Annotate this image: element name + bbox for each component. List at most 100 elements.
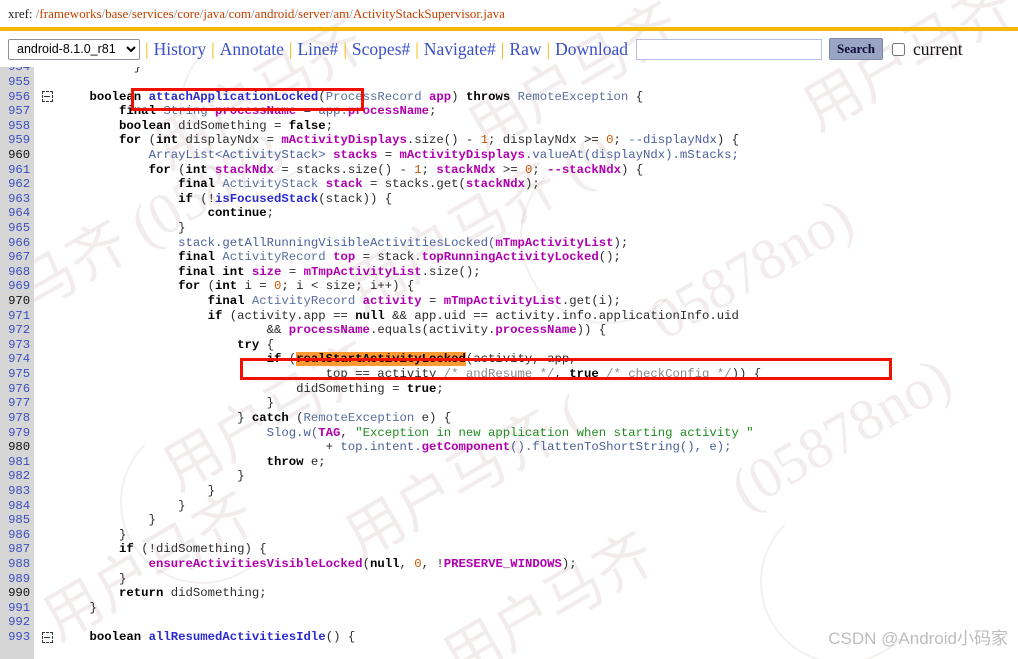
current-checkbox[interactable] [892,42,906,56]
version-select[interactable]: android-8.1.0_r81 [8,38,140,60]
path-segment[interactable]: services [132,6,174,21]
line-number[interactable]: 960 [0,148,34,162]
line-number[interactable]: 964 [0,206,34,220]
search-input[interactable] [635,38,822,60]
code-line: 991 } [0,601,1018,616]
annotate-link[interactable]: Annotate [220,39,284,59]
line-number[interactable]: 980 [0,440,34,454]
path-segment[interactable]: frameworks [39,6,101,21]
line-number[interactable]: 963 [0,192,34,206]
path-segment[interactable]: ActivityStackSupervisor.java [353,6,505,21]
scopes-link[interactable]: Scopes# [352,39,410,59]
code-text: if (realStartActivityLocked(activity, ap… [60,352,1018,367]
path-segment[interactable]: am [333,6,349,21]
line-number[interactable]: 959 [0,133,34,147]
line-number[interactable]: 967 [0,250,34,264]
line-number[interactable]: 956 [0,90,34,104]
line-number[interactable]: 957 [0,104,34,118]
history-link[interactable]: History [154,39,207,59]
line-number[interactable]: 969 [0,279,34,293]
line-number[interactable]: 968 [0,265,34,279]
code-function-name[interactable]: isFocusedStack [215,192,318,206]
line-number[interactable]: 990 [0,586,34,600]
line-number[interactable]: 979 [0,426,34,440]
line-number[interactable]: 982 [0,469,34,483]
code-token: = stack. [355,250,422,265]
line-number-link[interactable]: Line# [297,39,338,59]
code-fold-toggle-icon[interactable] [41,631,53,643]
code-function-name[interactable]: allResumedActivitiesIdle [149,630,326,644]
line-number[interactable]: 976 [0,382,34,396]
search-button[interactable]: Search [828,38,884,60]
highlighted-symbol[interactable]: realStartActivityLocked [296,352,466,367]
code-text: } [60,528,1018,542]
code-text: boolean didSomething = false; [60,119,1018,133]
line-number[interactable]: 992 [0,615,34,629]
fold-cell [34,631,60,643]
line-number[interactable]: 961 [0,163,34,177]
raw-link[interactable]: Raw [509,39,541,59]
line-number[interactable]: 966 [0,236,34,250]
line-number[interactable]: 962 [0,177,34,191]
code-text: if (activity.app == null && app.uid == a… [60,309,1018,323]
code-line: 957 final String processName = app.proce… [0,104,1018,119]
code-text: Slog.w(TAG, "Exception in new applicatio… [60,426,1018,440]
xref-file-path[interactable]: /frameworks/base/services/core/java/com/… [36,6,505,21]
line-number[interactable]: 987 [0,542,34,556]
path-segment[interactable]: java [203,6,225,21]
line-number[interactable]: 977 [0,396,34,410]
download-link[interactable]: Download [555,39,628,59]
line-number[interactable]: 986 [0,528,34,542]
code-token: didSomething = [170,118,289,133]
line-number[interactable]: 973 [0,338,34,352]
code-token: ); [613,235,629,250]
line-number[interactable]: 983 [0,484,34,498]
code-text: stack.getAllRunningVisibleActivitiesLock… [60,236,1018,250]
line-number[interactable]: 984 [0,499,34,513]
code-text: } [60,572,1018,586]
code-token: ; [429,104,437,119]
line-number[interactable]: 981 [0,455,34,469]
code-token: true [569,367,599,382]
line-number[interactable]: 989 [0,572,34,586]
line-number[interactable]: 991 [0,601,34,615]
line-number[interactable]: 958 [0,119,34,133]
line-number[interactable]: 965 [0,221,34,235]
path-segment[interactable]: android [255,6,295,21]
code-line: 955 [0,75,1018,90]
line-number[interactable]: 975 [0,367,34,381]
code-token: } [60,483,215,498]
line-number[interactable]: 955 [0,75,34,89]
line-number[interactable]: 970 [0,294,34,308]
line-number[interactable]: 971 [0,309,34,323]
toolbar-separator: | [145,38,149,59]
line-number[interactable]: 954 [0,67,34,74]
code-line: 958 boolean didSomething = false; [0,118,1018,133]
path-segment[interactable]: server [298,6,330,21]
line-number[interactable]: 978 [0,411,34,425]
code-token: final [207,294,245,309]
path-segment[interactable]: com [229,6,251,21]
code-token: ( [200,279,215,294]
line-number[interactable]: 974 [0,352,34,366]
code-token: top == activity [60,367,444,382]
path-segment[interactable]: core [177,6,199,21]
line-number[interactable]: 988 [0,557,34,571]
code-token: } [60,571,127,586]
code-fold-toggle-icon[interactable] [41,91,53,103]
code-viewer: 954 } 955 956 boolean attachApplicationLoc… [0,67,1018,659]
code-line: 979 Slog.w(TAG, "Exception in new applic… [0,425,1018,440]
code-function-name[interactable]: attachApplicationLocked [149,90,319,104]
code-line: 974 if (realStartActivityLocked(activity… [0,352,1018,367]
line-number[interactable]: 993 [0,630,34,644]
code-text: didSomething = true; [60,382,1018,396]
line-number[interactable]: 985 [0,513,34,527]
line-number[interactable]: 972 [0,323,34,337]
code-lines-container[interactable]: 954 } 955 956 boolean attachApplicationLoc… [0,67,1018,659]
path-segment[interactable]: base [105,6,128,21]
navigate-link[interactable]: Navigate# [424,39,496,59]
code-token: displayNdx = [178,133,282,148]
